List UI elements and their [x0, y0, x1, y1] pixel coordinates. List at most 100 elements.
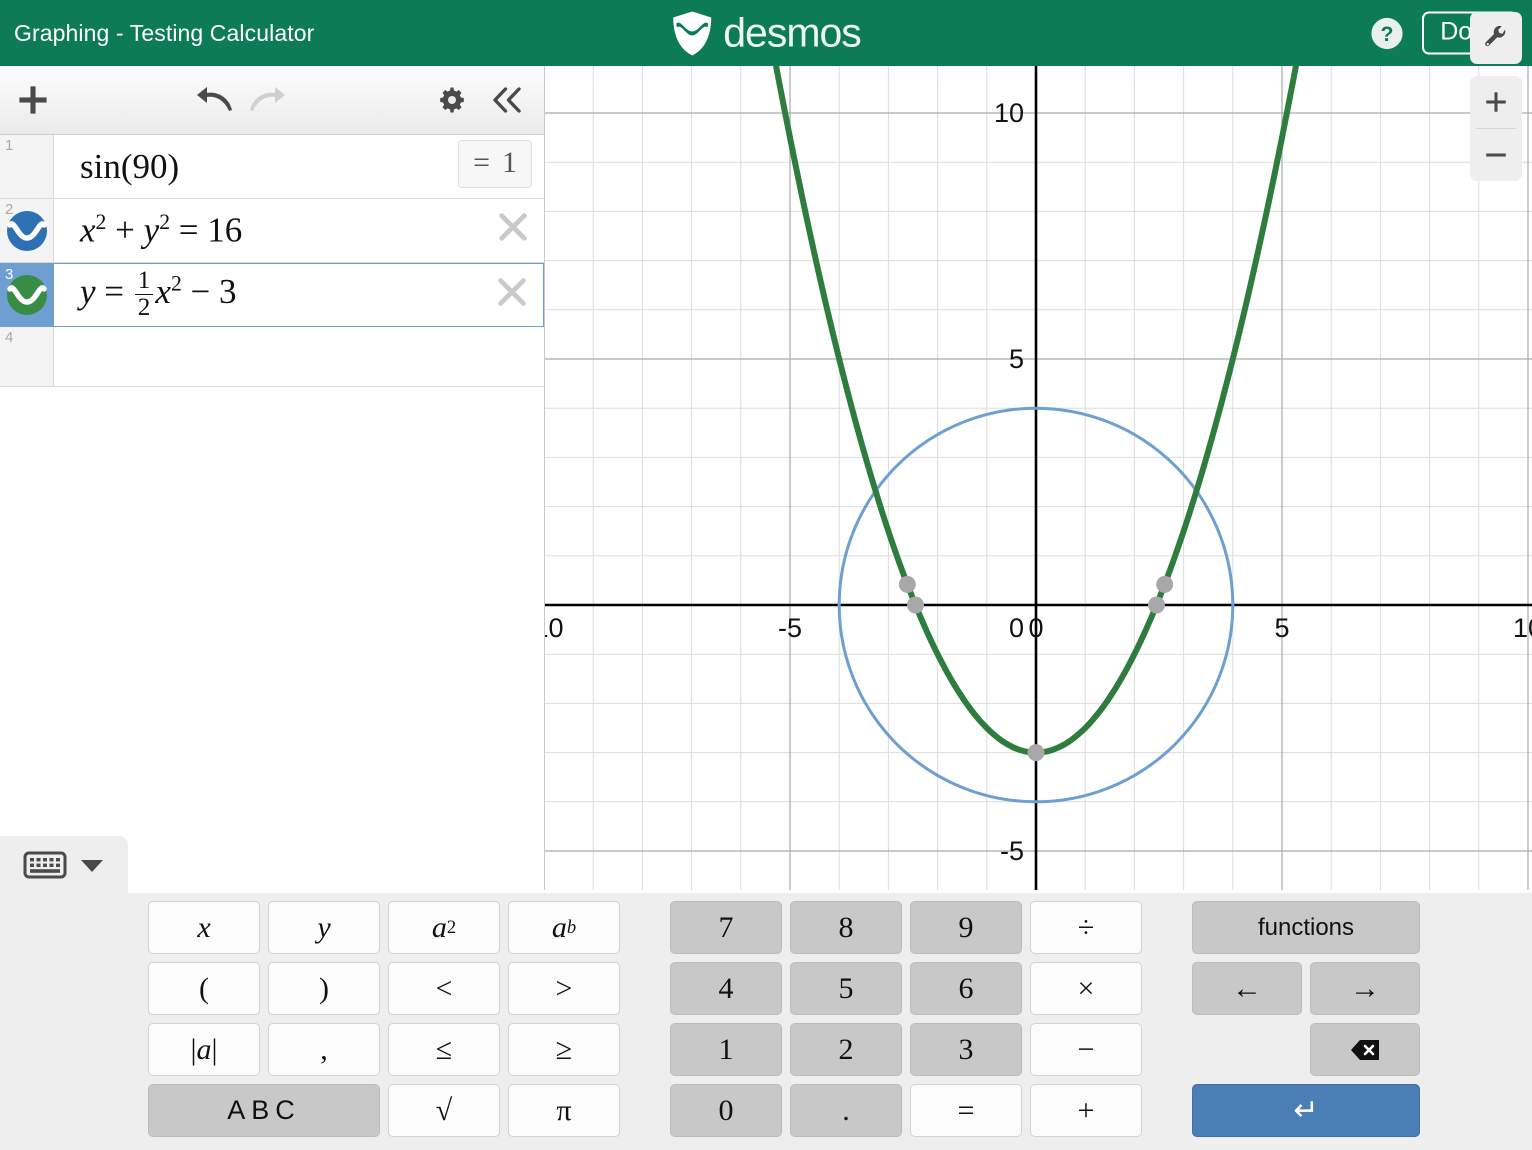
zoom-in-button[interactable]	[1470, 76, 1522, 128]
expression-gutter[interactable]: 1	[0, 135, 54, 198]
key-a-2[interactable]: a2	[388, 901, 500, 954]
key-[interactable]: ,	[268, 1023, 380, 1076]
y-tick-label: -5	[1000, 836, 1024, 866]
key-[interactable]: .	[790, 1084, 902, 1137]
plus-icon[interactable]	[16, 83, 50, 117]
key-left-arrow[interactable]: ←	[1192, 962, 1302, 1015]
keyboard-icon	[23, 849, 67, 881]
expression-body[interactable]: sin(90)=1	[54, 135, 544, 198]
key-[interactable]: (	[148, 962, 260, 1015]
expression-row[interactable]: 2 x2 + y2 = 16	[0, 199, 544, 263]
expression-index: 4	[5, 329, 13, 346]
desmos-brand: desmos	[671, 10, 861, 57]
keyboard-toggle-tab[interactable]	[0, 836, 128, 893]
key-1[interactable]: 1	[670, 1023, 782, 1076]
minus-icon	[1483, 142, 1509, 168]
key-minus[interactable]: −	[1030, 1023, 1142, 1076]
key-4[interactable]: 4	[670, 962, 782, 1015]
key-[interactable]: >	[508, 962, 620, 1015]
key-enter[interactable]: ↵	[1192, 1084, 1420, 1137]
question-mark-circle-icon[interactable]: ?	[1370, 16, 1404, 50]
expression-gutter[interactable]: 3	[0, 264, 54, 326]
gear-icon[interactable]	[437, 85, 467, 115]
expression-body[interactable]: y = 12x2 − 3	[54, 264, 543, 326]
desmos-shield-icon	[671, 10, 713, 56]
key-divide[interactable]: ÷	[1030, 901, 1142, 954]
key-2[interactable]: 2	[790, 1023, 902, 1076]
expression-row[interactable]: 4	[0, 327, 544, 387]
expression-math: sin(90)	[80, 147, 179, 187]
close-x-icon[interactable]	[495, 275, 529, 309]
key-0[interactable]: 0	[670, 1084, 782, 1137]
expression-body[interactable]: x2 + y2 = 16	[54, 199, 544, 262]
app-header: Graphing - Testing Calculator desmos ? D…	[0, 0, 1532, 66]
y-tick-label: 5	[1009, 344, 1024, 374]
svg-text:?: ?	[1381, 22, 1394, 46]
graph-point	[1028, 744, 1045, 761]
key-abc[interactable]: ABC	[148, 1084, 380, 1137]
key-right-arrow[interactable]: →	[1310, 962, 1420, 1015]
graph-tools	[1470, 12, 1522, 181]
y-tick-label: 10	[994, 98, 1024, 128]
expression-row[interactable]: 3y = 12x2 − 3	[0, 263, 544, 327]
key-[interactable]: ≥	[508, 1023, 620, 1076]
page-title: Graphing - Testing Calculator	[14, 20, 314, 47]
math-keyboard: xya2ab ()<> |a|,≤≥ ABC√π 789÷ 456× 123− 0.=+ f…	[0, 893, 1532, 1150]
expression-toolbar	[0, 66, 544, 135]
key-backspace[interactable]	[1310, 1023, 1420, 1076]
key-6[interactable]: 6	[910, 962, 1022, 1015]
brand-name: desmos	[723, 10, 861, 57]
double-chevron-left-icon[interactable]	[490, 85, 524, 115]
key-5[interactable]: 5	[790, 962, 902, 1015]
key-a-b[interactable]: ab	[508, 901, 620, 954]
keypad-symbols: xya2ab ()<> |a|,≤≥ ABC√π	[148, 901, 620, 1140]
x-tick-label: 5	[1274, 613, 1289, 643]
x-tick-label: 0	[1028, 613, 1043, 643]
key-y[interactable]: y	[268, 901, 380, 954]
x-tick-label: 10	[1513, 613, 1532, 643]
graph-settings-button[interactable]	[1470, 12, 1522, 64]
key-sqrt[interactable]: √	[388, 1084, 500, 1137]
key-pi[interactable]: π	[508, 1084, 620, 1137]
key-plus[interactable]: +	[1030, 1084, 1142, 1137]
key-a[interactable]: |a|	[148, 1023, 260, 1076]
expression-row[interactable]: 1sin(90)=1	[0, 135, 544, 199]
keypad-numeric: 789÷ 456× 123− 0.=+	[670, 901, 1142, 1140]
expression-gutter[interactable]: 4	[0, 327, 54, 386]
graph-point	[899, 576, 916, 593]
keypad-actions: functions ←→ ↵	[1192, 901, 1420, 1140]
key-[interactable]: =	[910, 1084, 1022, 1137]
x-tick-label: -5	[778, 613, 802, 643]
graph-point	[1156, 576, 1173, 593]
curve-style-icon[interactable]	[5, 209, 49, 253]
key-[interactable]: <	[388, 962, 500, 1015]
key-functions[interactable]: functions	[1192, 901, 1420, 954]
graph-point	[907, 597, 924, 614]
undo-arrow-icon[interactable]	[196, 86, 234, 114]
expression-panel: 1sin(90)=12x2 + y2 = 163y = 12x2 − 34	[0, 66, 545, 890]
result-equals: =	[473, 146, 490, 180]
key-3[interactable]: 3	[910, 1023, 1022, 1076]
key-7[interactable]: 7	[670, 901, 782, 954]
triangle-down-icon	[79, 856, 105, 874]
result-value: 1	[502, 146, 517, 180]
key-9[interactable]: 9	[910, 901, 1022, 954]
curve-style-icon[interactable]	[5, 273, 49, 317]
key-[interactable]: )	[268, 962, 380, 1015]
expression-list: 1sin(90)=12x2 + y2 = 163y = 12x2 − 34	[0, 135, 544, 387]
key-8[interactable]: 8	[790, 901, 902, 954]
key-multiply[interactable]: ×	[1030, 962, 1142, 1015]
backspace-icon	[1350, 1039, 1380, 1061]
zoom-out-button[interactable]	[1470, 129, 1522, 181]
key-x[interactable]: x	[148, 901, 260, 954]
plus-icon	[1483, 89, 1509, 115]
close-x-icon[interactable]	[496, 210, 530, 244]
wrench-icon	[1483, 25, 1509, 51]
expression-math: x2 + y2 = 16	[80, 210, 242, 251]
expression-result: =1	[458, 140, 532, 188]
expression-gutter[interactable]: 2	[0, 199, 54, 262]
redo-arrow-icon[interactable]	[248, 86, 286, 114]
expression-body[interactable]	[54, 327, 544, 386]
key-[interactable]: ≤	[388, 1023, 500, 1076]
expression-index: 1	[5, 137, 13, 154]
